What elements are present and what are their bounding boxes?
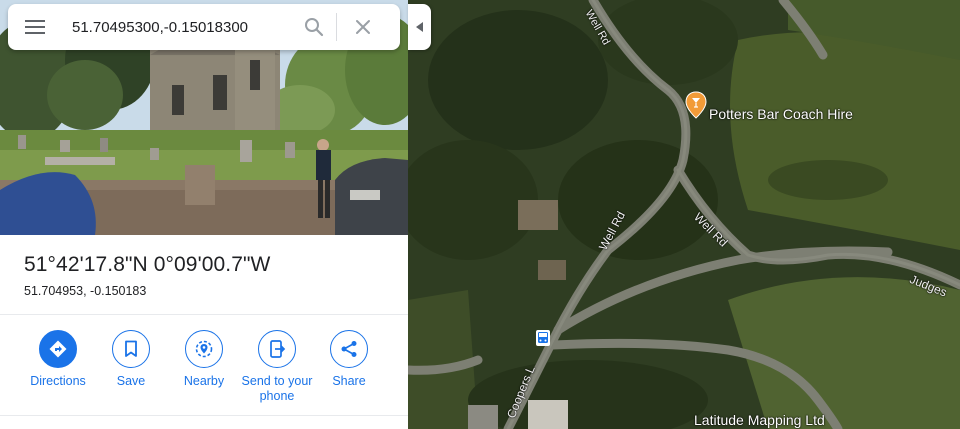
bookmark-icon bbox=[125, 340, 137, 357]
search-input[interactable] bbox=[62, 7, 288, 47]
poi-label[interactable]: Potters Bar Coach Hire bbox=[709, 106, 853, 122]
search-box bbox=[8, 4, 400, 50]
share-label: Share bbox=[332, 374, 366, 388]
menu-button[interactable] bbox=[8, 4, 62, 50]
directions-label: Directions bbox=[30, 374, 86, 388]
send-to-phone-icon-circle bbox=[258, 330, 296, 368]
close-icon bbox=[356, 20, 370, 34]
save-label: Save bbox=[116, 374, 146, 388]
search-button[interactable] bbox=[292, 4, 336, 50]
satellite-imagery bbox=[408, 0, 960, 429]
decimal-coordinates: 51.704953, -0.150183 bbox=[24, 284, 147, 298]
place-title: 51°42'17.8"N 0°09'00.7"W bbox=[24, 253, 271, 276]
divider bbox=[0, 415, 408, 416]
nearby-icon bbox=[195, 340, 213, 358]
directions-icon-circle bbox=[39, 330, 77, 368]
divider bbox=[0, 314, 408, 315]
nearby-icon-circle bbox=[185, 330, 223, 368]
save-icon-circle bbox=[112, 330, 150, 368]
side-panel: 51°42'17.8"N 0°09'00.7"W 51.704953, -0.1… bbox=[0, 0, 408, 429]
nearby-label: Nearby bbox=[183, 374, 225, 388]
satellite-map[interactable]: Potters Bar Coach Hire Latitude Mapping … bbox=[408, 0, 960, 429]
collapse-panel-button[interactable] bbox=[408, 4, 431, 50]
caret-left-icon bbox=[415, 22, 423, 32]
send-to-phone-icon bbox=[270, 340, 286, 358]
directions-icon bbox=[49, 340, 67, 358]
share-button[interactable]: Share bbox=[306, 330, 392, 389]
send-to-phone-label: Send to your phone bbox=[241, 374, 313, 403]
hamburger-menu-icon bbox=[25, 20, 45, 34]
bus-stop-marker bbox=[536, 330, 550, 346]
share-icon-circle bbox=[330, 330, 368, 368]
search-icon bbox=[305, 18, 324, 37]
share-icon bbox=[341, 341, 357, 357]
business-label[interactable]: Latitude Mapping Ltd bbox=[694, 412, 825, 428]
close-button[interactable] bbox=[337, 4, 389, 50]
